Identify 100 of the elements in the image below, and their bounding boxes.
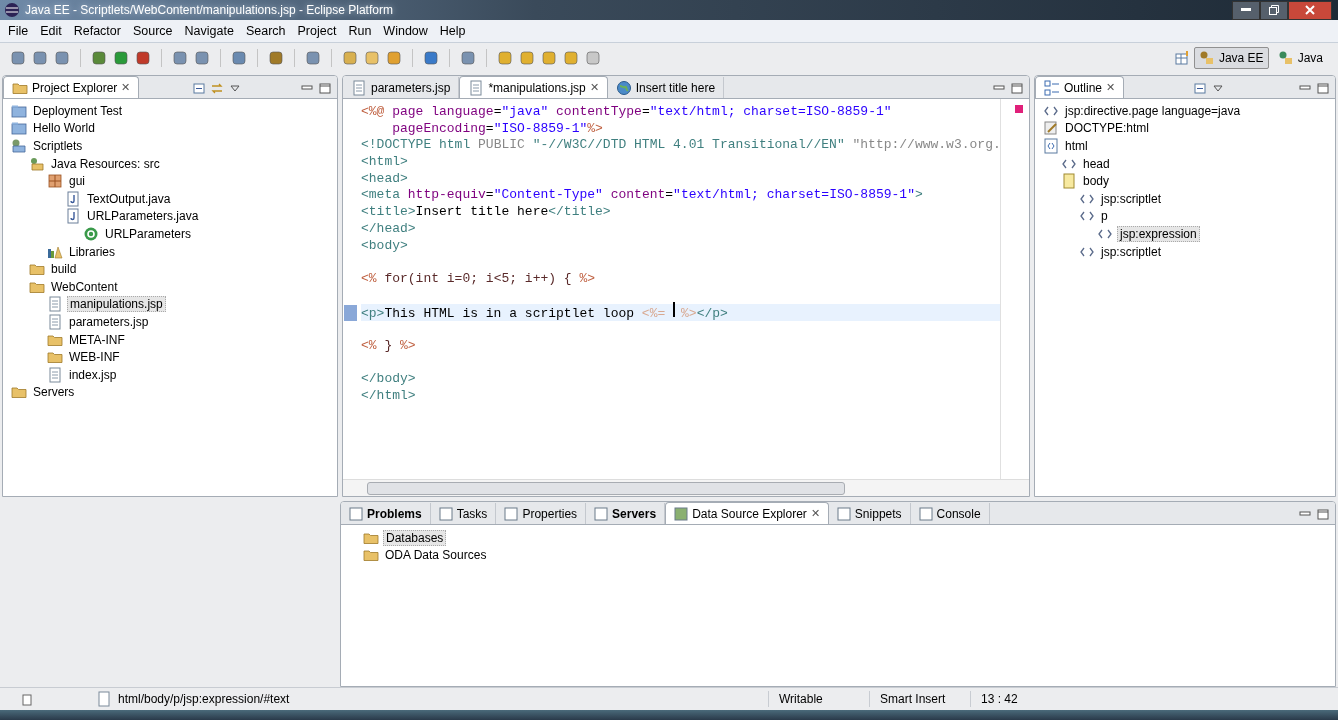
menu-item[interactable]: Source <box>126 24 179 38</box>
tree-item[interactable]: gui <box>67 174 87 189</box>
tree-item[interactable]: WEB-INF <box>67 350 122 365</box>
tree-item[interactable]: TextOutput.java <box>85 191 173 206</box>
minimize-icon <box>1241 8 1251 12</box>
tree-item[interactable]: ODA Data Sources <box>383 548 489 563</box>
tree-item[interactable]: URLParameters <box>103 226 194 241</box>
tree-item[interactable]: META-INF <box>67 332 127 347</box>
error-marker[interactable] <box>1015 105 1023 113</box>
collapse-all-icon[interactable] <box>193 83 206 94</box>
perspective-button[interactable]: Java <box>1272 47 1328 69</box>
tree-item[interactable]: Hello World <box>31 121 97 136</box>
tree-item[interactable]: Servers <box>31 385 77 400</box>
file-icon <box>468 79 485 96</box>
scrollbar-thumb[interactable] <box>367 481 845 495</box>
perspective-icon <box>1198 50 1215 66</box>
view-tab[interactable]: Tasks <box>430 503 497 524</box>
maximize-icon[interactable] <box>319 83 331 94</box>
code-line: </html> <box>361 387 416 405</box>
text-cursor <box>673 302 676 318</box>
maximize-icon[interactable] <box>1317 83 1329 94</box>
tree-item[interactable]: head <box>1081 156 1112 171</box>
view-tab[interactable]: Servers <box>586 503 666 524</box>
restore-button[interactable] <box>1260 0 1288 20</box>
close-icon[interactable]: ✕ <box>1106 81 1116 94</box>
problems-icon <box>349 506 363 521</box>
menu-item[interactable]: Navigate <box>178 24 240 38</box>
restore-icon <box>1269 5 1279 15</box>
snippets-icon <box>836 506 851 521</box>
tree-item[interactable]: Scriptlets <box>31 139 85 153</box>
tree-item[interactable]: body <box>1081 174 1112 189</box>
link-icon[interactable] <box>211 83 224 94</box>
editor-tab[interactable]: *manipulations.jsp ✕ <box>459 76 608 98</box>
file-icon <box>65 208 81 225</box>
tree-item[interactable]: parameters.jsp <box>67 314 151 329</box>
code-line: <!DOCTYPE html PUBLIC "-//W3C//DTD HTML 4.01 Transitional//EN" "http://www.w3.org. <box>361 137 1000 155</box>
editor-tab[interactable]: Insert title here <box>607 77 725 98</box>
code-line: <meta http-equiv="Content-Type" content="text/html; charset=ISO-8859-1"> <box>361 187 923 205</box>
view-tab[interactable]: Project Explorer ✕ <box>3 76 140 98</box>
close-icon[interactable]: ✕ <box>121 81 131 94</box>
tree-item[interactable]: Databases <box>383 529 447 546</box>
maximize-icon[interactable] <box>1317 509 1329 520</box>
view-tab[interactable]: Properties <box>496 503 587 524</box>
view-tab[interactable]: Outline ✕ <box>1035 76 1125 98</box>
menu-item[interactable]: Search <box>239 24 292 38</box>
code-line: <% } %> <box>361 337 416 355</box>
perspective-button[interactable]: Java EE <box>1193 47 1269 69</box>
menu-item[interactable]: File <box>2 24 35 38</box>
close-icon[interactable]: ✕ <box>589 81 599 94</box>
file-icon <box>47 296 63 313</box>
file-icon <box>65 190 81 207</box>
menu-icon[interactable] <box>229 83 242 94</box>
menu-item[interactable]: Help <box>433 24 472 38</box>
tree-item[interactable]: index.jsp <box>67 367 119 382</box>
view-tab[interactable]: Data Source Explorer ✕ <box>665 502 829 524</box>
editor-tab[interactable]: parameters.jsp <box>343 77 460 98</box>
code-line: pageEncoding="ISO-8859-1"%> <box>391 120 603 138</box>
outline-icon <box>1044 79 1060 96</box>
open-perspective-icon[interactable] <box>1173 50 1190 66</box>
menu-icon[interactable] <box>1211 83 1224 94</box>
tree-item[interactable]: WebContent <box>49 279 120 294</box>
minimize-button[interactable] <box>1232 0 1260 20</box>
menu-item[interactable]: Edit <box>34 24 68 38</box>
status-insert-mode: Smart Insert <box>869 691 970 707</box>
code-line: <title>Insert title here</title> <box>361 204 611 221</box>
tree-item[interactable]: build <box>49 262 79 277</box>
tree-item[interactable]: Deployment Test <box>31 103 125 118</box>
tree-item[interactable]: DOCTYPE:html <box>1063 121 1151 136</box>
tree-item[interactable]: URLParameters.java <box>85 209 201 224</box>
tree-item[interactable]: Libraries <box>67 244 118 259</box>
close-icon[interactable]: ✕ <box>810 507 820 520</box>
perspective-icon <box>1277 50 1294 66</box>
view-tab[interactable]: Problems <box>341 503 431 524</box>
menu-item[interactable]: Window <box>377 24 434 38</box>
tree-item[interactable]: html <box>1063 139 1090 153</box>
view-tab[interactable]: Console <box>910 503 990 524</box>
menu-item[interactable]: Project <box>291 24 343 38</box>
file-icon <box>351 79 367 96</box>
tree-item[interactable]: p <box>1099 209 1110 224</box>
collapse-all-icon[interactable] <box>1193 83 1206 94</box>
code-line: <p>This HTML is in a scriptlet loop <%= %></p> <box>361 302 728 323</box>
file-icon <box>96 691 112 707</box>
tree-item[interactable]: jsp:directive.page language=java <box>1063 103 1243 118</box>
maximize-icon[interactable] <box>1011 83 1023 94</box>
menu-item[interactable]: Run <box>342 24 378 38</box>
code-line: <%@ page language="java" contentType="text/html; charset=ISO-8859-1" <box>361 104 892 121</box>
console-icon <box>918 506 933 521</box>
tree-item[interactable]: jsp:scriptlet <box>1099 191 1164 206</box>
app-logo-icon <box>4 2 20 18</box>
view-tab[interactable]: Snippets <box>828 503 911 524</box>
tree-item[interactable]: manipulations.jsp <box>67 296 166 313</box>
project-folder-icon <box>11 120 27 137</box>
close-button[interactable] <box>1288 0 1332 20</box>
status-path: html/body/p/jsp:expression/#text <box>118 692 291 706</box>
tree-item[interactable]: jsp:scriptlet <box>1099 244 1164 259</box>
properties-icon <box>504 506 519 521</box>
menu-item[interactable]: Refactor <box>67 24 127 38</box>
code-line: <body> <box>361 237 408 255</box>
tree-item[interactable]: Java Resources: src <box>49 156 162 171</box>
tree-item[interactable]: jsp:expression <box>1117 225 1200 242</box>
